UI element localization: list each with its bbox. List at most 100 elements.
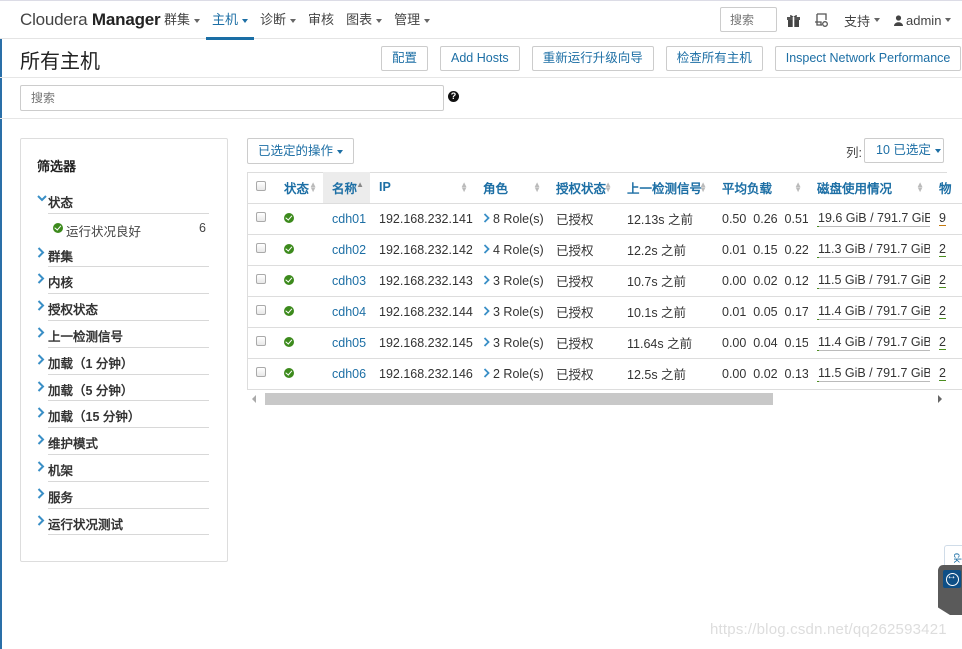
filter-section-4[interactable]: 上一检测信号 (37, 321, 209, 348)
check-circle-icon (284, 274, 294, 285)
column-header-last-heartbeat[interactable]: 上一检测信号 ▲ ▼ (618, 172, 713, 204)
horizontal-scrollbar[interactable] (247, 392, 947, 406)
support-label: 支持 (844, 13, 871, 29)
nav-search-input[interactable] (720, 7, 777, 32)
header-label: 状态 (284, 181, 310, 196)
sort-icon: ▲ ▼ (309, 180, 317, 194)
column-header-auth-status[interactable]: 授权状态 ▲ ▼ (547, 172, 618, 204)
table-row[interactable]: cdh02 192.168.232.142 4 Role(s) 已授权 12.2s 之前… (247, 234, 962, 266)
chevron-right-icon (37, 246, 47, 259)
host-search-input[interactable] (20, 85, 444, 111)
host-name-link[interactable]: cdh04 (332, 305, 366, 319)
chevron-down-icon (874, 18, 881, 22)
scroll-left-arrow-icon[interactable] (252, 395, 256, 403)
filter-section-11[interactable]: 运行状况测试 (37, 509, 209, 536)
host-name-link[interactable]: cdh02 (332, 243, 366, 257)
chevron-down-icon (194, 18, 201, 23)
configuration-button[interactable]: 配置 (381, 46, 429, 71)
roles-cell[interactable]: 8 Role(s) (474, 203, 547, 235)
selected-actions-dropdown[interactable]: 已选定的操作 (247, 138, 355, 164)
column-header-roles[interactable]: 角色 ▲ ▼ (474, 172, 547, 204)
check-circle-icon (284, 305, 294, 316)
nav-item-5[interactable]: 管理 (388, 1, 436, 39)
row-checkbox[interactable] (256, 274, 266, 285)
roles-cell[interactable]: 2 Role(s) (474, 358, 547, 390)
physical-memory-cell: 2 (930, 234, 962, 266)
filter-section-label: 服务 (48, 490, 74, 505)
nav-item-4[interactable]: 图表 (340, 1, 388, 39)
roles-cell[interactable]: 3 Role(s) (474, 327, 547, 359)
nav-item-2[interactable]: 诊断 (254, 1, 302, 39)
host-name-link[interactable]: cdh05 (332, 336, 366, 350)
nav-item-1[interactable]: 主机 (206, 1, 255, 40)
nav-item-3[interactable]: 审核 (302, 1, 340, 39)
row-checkbox[interactable] (256, 367, 266, 378)
check-circle-icon (53, 222, 63, 233)
load-average-cell: 0.01 0.05 0.17 (713, 296, 808, 328)
row-checkbox[interactable] (256, 212, 266, 223)
question-circle-icon[interactable]: ? (448, 91, 459, 102)
status-cell (275, 203, 323, 235)
table-row[interactable]: cdh04 192.168.232.144 3 Role(s) 已授权 10.1s 之前… (247, 296, 962, 328)
gift-icon[interactable] (782, 10, 804, 30)
status-cell (275, 327, 323, 359)
filter-section-1[interactable]: 群集 (37, 241, 209, 268)
window-left-edge (0, 0, 2, 649)
roles-cell[interactable]: 4 Role(s) (474, 234, 547, 266)
select-all-checkbox[interactable] (256, 180, 266, 191)
filter-list: 状态 运行状况良好 6 群集 内核 授权状态上一检测信号加载（1 分钟） 加载（5 分钟） 加… (37, 187, 209, 536)
table-row[interactable]: cdh05 192.168.232.145 3 Role(s) 已授权 11.64s 之… (247, 327, 962, 359)
host-name-link[interactable]: cdh06 (332, 367, 366, 381)
nav-item-0[interactable]: 群集 (158, 1, 206, 39)
scroll-right-arrow-icon[interactable] (938, 395, 942, 403)
filter-section-8[interactable]: 维护模式 (37, 428, 209, 455)
sort-icon: ▲ ▼ (699, 180, 707, 194)
disk-usage-bar: 11.4 GiB / 791.7 GiB (817, 304, 930, 320)
add-hosts-button[interactable]: Add Hosts (440, 46, 520, 71)
table-row[interactable]: cdh03 192.168.232.143 3 Role(s) 已授权 10.7s 之前… (247, 265, 962, 297)
select-all-header[interactable] (247, 172, 275, 204)
filter-section-label: 上一检测信号 (48, 329, 124, 344)
chevron-down-icon (934, 148, 941, 153)
filter-section-label: 加载（5 分钟） (48, 383, 134, 398)
filter-section-9[interactable]: 机架 (37, 455, 209, 482)
table-row[interactable]: cdh06 192.168.232.146 2 Role(s) 已授权 12.5s 之前… (247, 358, 962, 390)
filter-section-6[interactable]: 加载（5 分钟） (37, 375, 209, 402)
header-label: 上一检测信号 (627, 181, 703, 196)
row-checkbox[interactable] (256, 243, 266, 254)
filter-section-2[interactable]: 内核 (37, 267, 209, 295)
filter-option[interactable]: 运行状况良好 6 (37, 214, 209, 241)
roles-cell[interactable]: 3 Role(s) (474, 296, 547, 328)
disk-usage-bar: 11.5 GiB / 791.7 GiB (817, 366, 930, 382)
teamviewer-widget[interactable] (938, 565, 962, 615)
row-checkbox[interactable] (256, 336, 266, 347)
column-header-status[interactable]: 状态 ▲ ▼ (275, 172, 323, 204)
physical-memory-cell: 2 (930, 296, 962, 328)
filter-section-0[interactable]: 状态 (37, 187, 209, 214)
filter-section-3[interactable]: 授权状态 (37, 294, 209, 321)
support-menu[interactable]: 支持 (844, 11, 881, 30)
table-row[interactable]: cdh01 192.168.232.141 8 Role(s) 已授权 12.13s 之… (247, 203, 962, 235)
host-name-link[interactable]: cdh01 (332, 212, 366, 226)
host-name-link[interactable]: cdh03 (332, 274, 366, 288)
row-select-cell (247, 265, 275, 297)
column-header-disk-usage[interactable]: 磁盘使用情况 ▲ ▼ (808, 172, 930, 204)
inspect-network-performance-button[interactable]: Inspect Network Performance (774, 46, 962, 71)
column-header-name[interactable]: 名称▲▼ (323, 172, 370, 204)
columns-label: 列: (846, 146, 862, 160)
column-header-physical-memory[interactable]: 物 (930, 172, 962, 204)
row-checkbox[interactable] (256, 305, 266, 316)
filter-section-5[interactable]: 加载（1 分钟） (37, 348, 209, 375)
rerun-upgrade-wizard-button[interactable]: 重新运行升级向导 (531, 46, 654, 71)
running-commands-icon[interactable] (810, 10, 832, 30)
brand-logo[interactable]: Cloudera Manager (20, 10, 161, 30)
columns-dropdown[interactable]: 10 已选定 (864, 138, 944, 163)
column-header-load-average[interactable]: 平均负载 ▲ ▼ (713, 172, 808, 204)
user-menu[interactable]: admin (894, 13, 952, 28)
roles-cell[interactable]: 3 Role(s) (474, 265, 547, 297)
inspect-all-hosts-button[interactable]: 检查所有主机 (665, 46, 763, 71)
column-header-ip[interactable]: IP ▲ ▼ (370, 172, 474, 204)
filter-section-10[interactable]: 服务 (37, 482, 209, 509)
filter-section-7[interactable]: 加载（15 分钟） (37, 401, 209, 429)
scrollbar-thumb[interactable] (265, 393, 773, 405)
